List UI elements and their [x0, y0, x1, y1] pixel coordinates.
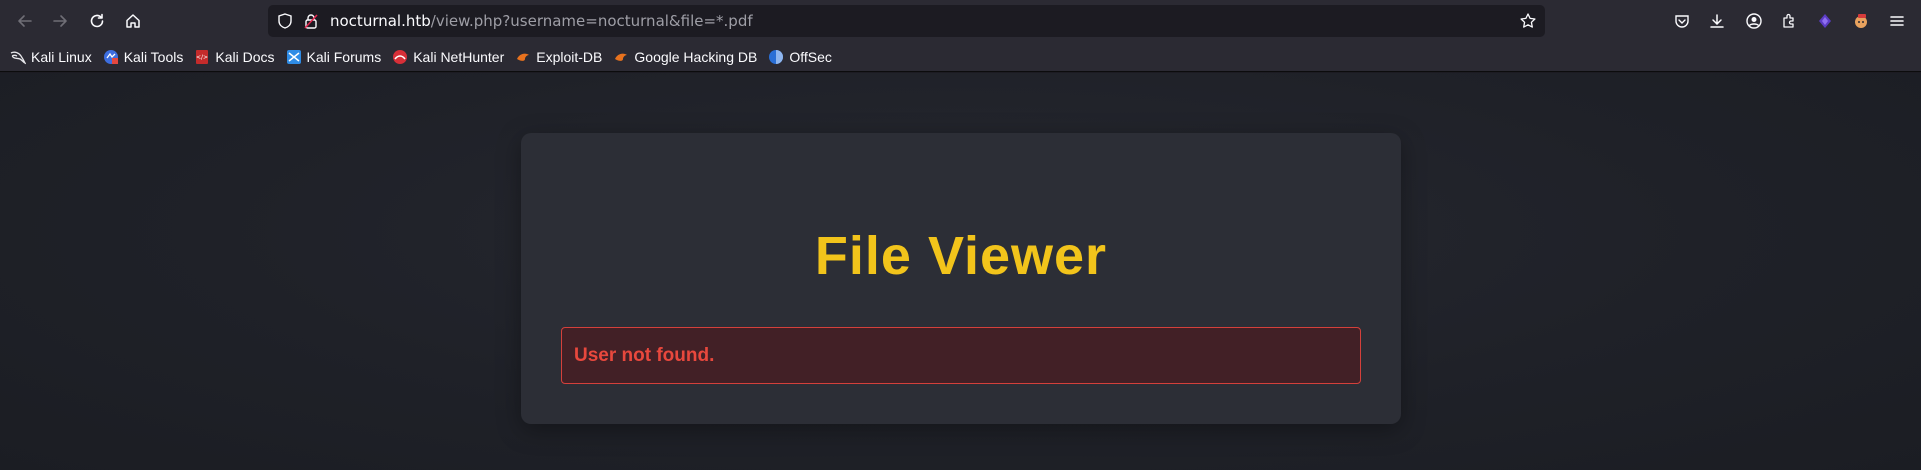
kali-forums-icon — [286, 49, 302, 65]
nethunter-icon — [392, 49, 408, 65]
bookmark-google-hacking-db[interactable]: Google Hacking DB — [613, 49, 757, 65]
home-button[interactable] — [118, 6, 148, 36]
bookmark-kali-nethunter[interactable]: Kali NetHunter — [392, 49, 504, 65]
kali-docs-icon: </> — [194, 49, 210, 65]
url-path: /view.php?username=nocturnal&file=*.pdf — [430, 12, 753, 30]
ghdb-icon — [613, 49, 629, 65]
menu-icon[interactable] — [1882, 6, 1912, 36]
url-host: nocturnal.htb — [330, 12, 431, 30]
error-message: User not found. — [574, 344, 715, 366]
account-icon[interactable] — [1739, 6, 1769, 36]
svg-text:</>: </> — [196, 54, 208, 61]
firefox-view-icon[interactable] — [1810, 6, 1840, 36]
kali-dragon-icon — [10, 49, 27, 65]
profile-icon[interactable] — [1846, 6, 1876, 36]
bookmark-exploit-db[interactable]: Exploit-DB — [515, 49, 602, 65]
file-viewer-card: File Viewer User not found. — [521, 133, 1401, 424]
exploit-db-icon — [515, 49, 531, 65]
reload-button[interactable] — [82, 6, 112, 36]
bookmark-kali-tools[interactable]: Kali Tools — [103, 49, 183, 65]
browser-toolbar: nocturnal.htb/view.php?username=nocturna… — [0, 0, 1921, 43]
url-text[interactable]: nocturnal.htb/view.php?username=nocturna… — [330, 12, 753, 30]
bookmark-kali-linux[interactable]: Kali Linux — [10, 49, 92, 65]
back-button[interactable] — [10, 6, 40, 36]
bookmark-star-icon[interactable] — [1519, 12, 1537, 34]
bookmark-kali-docs[interactable]: </> Kali Docs — [194, 49, 274, 65]
extensions-icon[interactable] — [1774, 6, 1804, 36]
pocket-icon[interactable] — [1667, 6, 1697, 36]
bookmarks-bar: Kali Linux Kali Tools </> Kali Docs Kali… — [0, 43, 1921, 72]
page-content: File Viewer User not found. — [0, 73, 1921, 470]
home-icon — [126, 14, 140, 28]
reload-icon — [90, 13, 104, 28]
lock-insecure-icon[interactable] — [302, 12, 320, 34]
bookmark-offsec[interactable]: OffSec — [768, 49, 832, 65]
download-icon[interactable] — [1702, 6, 1732, 36]
url-bar[interactable]: nocturnal.htb/view.php?username=nocturna… — [268, 5, 1545, 37]
back-arrow-icon — [18, 15, 32, 27]
page-title: File Viewer — [814, 226, 1108, 286]
offsec-icon — [768, 49, 784, 65]
kali-tools-icon — [103, 49, 119, 65]
error-alert: User not found. — [561, 327, 1361, 384]
tracking-protection-shield-icon[interactable] — [276, 12, 294, 34]
forward-button[interactable] — [45, 6, 75, 36]
forward-arrow-icon — [53, 15, 67, 27]
bookmark-kali-forums[interactable]: Kali Forums — [286, 49, 381, 65]
